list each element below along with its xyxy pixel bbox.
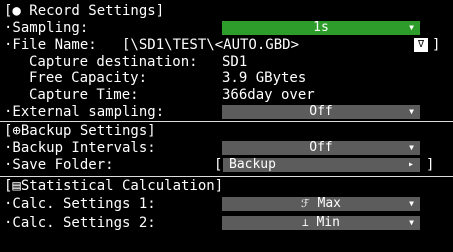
capture-destination-value: SD1 [222,54,248,70]
dropdown-arrow-icon: ▼ [409,199,414,208]
filename-label: ·File Name: [4,37,97,53]
filename-value: [\SD1\TEST\<AUTO.GBD> [122,37,300,53]
sampling-label: ·Sampling: [4,20,89,36]
record-settings-title: [● Record Settings] [4,3,165,19]
backup-intervals-value: Off [309,140,333,155]
capture-destination-label: Capture destination: [29,54,198,70]
capture-time-row: Capture Time: 366day over [0,87,453,103]
record-settings-header: [● Record Settings] [0,3,453,19]
backup-settings-header: [⊕Backup Settings] [0,123,453,139]
backup-intervals-row: ·Backup Intervals: Off ▼ [0,140,453,156]
dropdown-arrow-icon: ▼ [409,107,414,116]
save-folder-value: Backup [229,157,276,172]
filename-menu-button[interactable]: ∇ [414,38,428,52]
free-capacity-label: Free Capacity: [29,70,148,86]
save-folder-close-bracket: ] [426,157,435,173]
dropdown-arrow-icon: ▼ [409,23,414,32]
capture-time-label: Capture Time: [29,87,139,103]
free-capacity-row: Free Capacity: 3.9 GBytes [0,70,453,86]
folder-arrow-icon: ▸ [407,159,414,170]
statistical-calculation-header: [▤Statistical Calculation] [0,178,453,194]
backup-intervals-label: ·Backup Intervals: [4,140,156,156]
calc-settings-1-value: Max [317,196,341,211]
backup-settings-title: [⊕Backup Settings] [4,123,156,139]
statistical-calculation-title: [▤Statistical Calculation] [4,178,224,194]
filename-row: ·File Name: [\SD1\TEST\<AUTO.GBD> ∇ ] [0,37,453,53]
calc-settings-1-dropdown[interactable]: ℱ Max ▼ [222,197,420,211]
save-folder-open-bracket: [ [214,157,223,173]
calc-settings-2-dropdown[interactable]: ⊥ Min ▼ [222,216,420,230]
calc-settings-1-label: ·Calc. Settings 1: [4,196,156,212]
calc-settings-1-row: ·Calc. Settings 1: ℱ Max ▼ [0,196,453,212]
capture-time-value: 366day over [222,87,315,103]
calc-settings-2-label: ·Calc. Settings 2: [4,215,156,231]
sampling-dropdown[interactable]: 1s ▼ [222,21,420,35]
sampling-value: 1s [313,20,329,35]
calc-settings-2-value: Min [316,215,340,230]
free-capacity-value: 3.9 GBytes [222,70,307,86]
backup-intervals-dropdown[interactable]: Off ▼ [222,141,420,155]
settings-screen: [● Record Settings] ·Sampling: 1s ▼ ·Fil… [0,0,453,252]
save-folder-row: ·Save Folder: [ Backup ▸ ] [0,157,453,173]
calc-settings-2-row: ·Calc. Settings 2: ⊥ Min ▼ [0,215,453,231]
filename-close-bracket: ] [432,37,441,53]
max-icon: ℱ [301,197,310,210]
external-sampling-label: ·External sampling: [4,104,165,120]
external-sampling-dropdown[interactable]: Off ▼ [222,105,420,119]
capture-destination-row: Capture destination: SD1 [0,54,453,70]
save-folder-field[interactable]: Backup ▸ [223,158,420,172]
external-sampling-row: ·External sampling: Off ▼ [0,104,453,120]
dropdown-arrow-icon: ▼ [409,218,414,227]
dropdown-arrow-icon: ▼ [409,143,414,152]
save-folder-label: ·Save Folder: [4,157,114,173]
min-icon: ⊥ [302,216,309,229]
section-divider [0,176,453,177]
external-sampling-value: Off [309,104,333,119]
sampling-row: ·Sampling: 1s ▼ [0,20,453,36]
section-divider [0,121,453,122]
